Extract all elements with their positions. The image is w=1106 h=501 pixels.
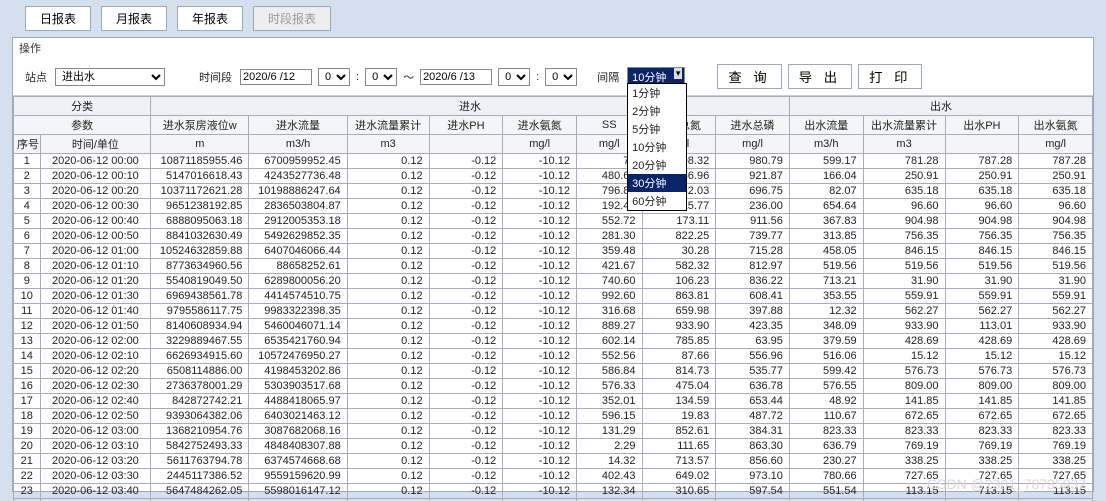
frame-title: 操作: [13, 38, 1093, 58]
hdr-c4: 进水PH: [429, 116, 503, 135]
tab-monthly[interactable]: 月报表: [101, 6, 167, 31]
hdr-c12: 出水氨氮: [1019, 116, 1093, 135]
table-row: 232020-06-12 03:405647484262.05559801614…: [14, 484, 1093, 499]
hdr-c2: 进水流量: [249, 116, 347, 135]
site-label: 站点: [25, 69, 47, 85]
unit-m3h: m3/h: [789, 135, 863, 154]
min-to[interactable]: 0: [545, 68, 577, 86]
table-row: 102020-06-12 01:306969438561.78441457451…: [14, 289, 1093, 304]
interval-dropdown-list[interactable]: 1分钟2分钟5分钟10分钟20分钟30分钟60分钟: [627, 83, 687, 211]
control-row: 站点 进出水 时间段 0 : 0 ～ 0 : 0 间隔 10分钟 1分钟2分钟5…: [13, 58, 1093, 96]
unit-mgl: mg/l: [1019, 135, 1093, 154]
interval-label: 间隔: [597, 69, 619, 85]
interval-option[interactable]: 10分钟: [628, 138, 686, 156]
table-row: 142020-06-12 02:106626934915.60105724769…: [14, 349, 1093, 364]
hdr-c3: 进水流量累计: [347, 116, 429, 135]
hdr-time: 时间/单位: [40, 135, 151, 154]
print-button[interactable]: 打 印: [858, 64, 922, 89]
table-row: 12020-06-12 00:0010871185955.46670095995…: [14, 154, 1093, 169]
hdr-cat: 分类: [14, 97, 151, 116]
unit-mgl: mg/l: [503, 135, 577, 154]
hdr-c5: 进水氨氮: [503, 116, 577, 135]
table-row: 162020-06-12 02:302736378001.29530390351…: [14, 379, 1093, 394]
table-row: 92020-06-12 01:205540819049.506289800056…: [14, 274, 1093, 289]
table-row: 212020-06-12 03:205611763794.78637457466…: [14, 454, 1093, 469]
date-from[interactable]: [240, 69, 312, 85]
hdr-c11: 出水PH: [945, 116, 1019, 135]
hdr-idx: 序号: [14, 135, 41, 154]
hour-from[interactable]: 0: [318, 68, 350, 86]
tab-period[interactable]: 时段报表: [253, 6, 331, 31]
hdr-c8: 进水总磷: [716, 116, 790, 135]
table-row: 122020-06-12 01:508140608934.94546004607…: [14, 319, 1093, 334]
table-row: 222020-06-12 03:302445117386.52955915962…: [14, 469, 1093, 484]
date-to[interactable]: [420, 69, 492, 85]
hdr-c10: 出水流量累计: [863, 116, 945, 135]
query-button[interactable]: 查 询: [717, 64, 781, 89]
table-row: 62020-06-12 00:508841032630.495492629852…: [14, 229, 1093, 244]
data-table: 分类 进水 出水 参数 进水泵房液位w 进水流量 进水流量累计 进水PH 进水氨…: [13, 96, 1093, 501]
table-row: 22020-06-12 00:105147016618.434243527736…: [14, 169, 1093, 184]
table-row: 52020-06-12 00:406888095063.182912005353…: [14, 214, 1093, 229]
export-button[interactable]: 导 出: [788, 64, 852, 89]
hour-to[interactable]: 0: [498, 68, 530, 86]
tab-daily[interactable]: 日报表: [25, 6, 91, 31]
unit-m3: m3: [863, 135, 945, 154]
hdr-c9: 出水流量: [789, 116, 863, 135]
interval-option[interactable]: 60分钟: [628, 192, 686, 210]
table-row: 152020-06-12 02:206508114886.00419845320…: [14, 364, 1093, 379]
interval-option[interactable]: 30分钟: [628, 174, 686, 192]
unit-m3h: m3/h: [249, 135, 347, 154]
table-row: 112020-06-12 01:409795586117.75998332239…: [14, 304, 1093, 319]
interval-option[interactable]: 5分钟: [628, 120, 686, 138]
table-row: 72020-06-12 01:0010524632859.88640704606…: [14, 244, 1093, 259]
table-row: 192020-06-12 03:001368210954.76308768206…: [14, 424, 1093, 439]
table-row: 32020-06-12 00:2010371172621.28101988862…: [14, 184, 1093, 199]
unit-m3: m3: [347, 135, 429, 154]
hdr-out: 出水: [789, 97, 1092, 116]
table-row: 132020-06-12 02:003229889467.55653542176…: [14, 334, 1093, 349]
table-row: 202020-06-12 03:105842752493.33484840830…: [14, 439, 1093, 454]
hdr-c1: 进水泵房液位w: [151, 116, 249, 135]
interval-option[interactable]: 1分钟: [628, 84, 686, 102]
site-select[interactable]: 进出水: [55, 68, 165, 86]
unit-m: m: [151, 135, 249, 154]
hdr-in: 进水: [151, 97, 790, 116]
interval-option[interactable]: 20分钟: [628, 156, 686, 174]
table-row: 182020-06-12 02:509393064382.06640302146…: [14, 409, 1093, 424]
tab-yearly[interactable]: 年报表: [177, 6, 243, 31]
range-label: 时间段: [199, 69, 232, 85]
hdr-param: 参数: [14, 116, 151, 135]
table-row: 42020-06-12 00:309651238192.852836503804…: [14, 199, 1093, 214]
interval-option[interactable]: 2分钟: [628, 102, 686, 120]
table-row: 172020-06-12 02:40842872742.214488418065…: [14, 394, 1093, 409]
table-row: 82020-06-12 01:108773634960.5688658252.6…: [14, 259, 1093, 274]
unit-mgl: mg/l: [716, 135, 790, 154]
min-from[interactable]: 0: [365, 68, 397, 86]
